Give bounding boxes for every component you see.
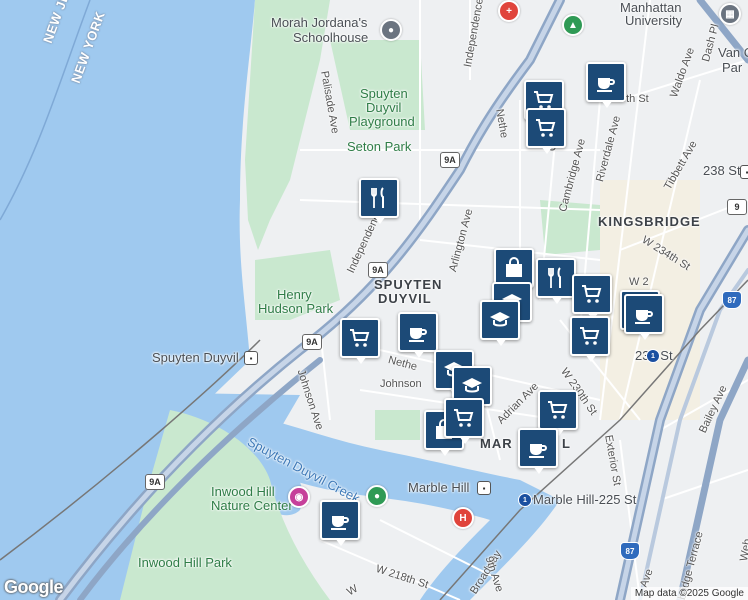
shopping-cart-icon	[452, 406, 476, 430]
label-inwood-nature: Inwood Hill	[211, 484, 275, 499]
label-duyvil-hood: DUYVIL	[378, 291, 432, 306]
interstate-87-shield: 87	[620, 542, 640, 560]
map-pin-school[interactable]	[480, 300, 520, 346]
route-9a-shield: 9A	[440, 152, 460, 168]
label-park-fragment: Par	[722, 60, 743, 75]
label-inwood-hill-park: Inwood Hill Park	[138, 555, 232, 570]
street-w2-fragment: W 2	[629, 276, 649, 288]
shopping-cart-icon	[580, 282, 604, 306]
cafe-icon	[406, 320, 430, 344]
label-spuyten-duyvil-station: Spuyten Duyvil	[152, 350, 239, 365]
train-station-icon[interactable]: ▪	[740, 165, 748, 179]
label-spuyten-playground-1: Spuyten	[360, 86, 408, 101]
poi-university-icon[interactable]: ▦	[719, 3, 741, 25]
train-station-icon[interactable]: ▪	[244, 351, 258, 365]
label-kingsbridge: KINGSBRIDGE	[598, 214, 701, 229]
label-henry: Henry	[277, 287, 312, 302]
map-attribution[interactable]: Map data ©2025 Google	[630, 587, 748, 600]
map-pin-shopping-cart[interactable]	[444, 398, 484, 444]
route-9a-shield: 9A	[302, 334, 322, 350]
poi-park-icon[interactable]: ●	[366, 485, 388, 507]
school-icon	[460, 374, 484, 398]
route-9a-shield: 9A	[145, 474, 165, 490]
label-marble-hill-station: Marble Hill	[408, 480, 470, 495]
label-spuyten-playground-3: Playground	[349, 114, 415, 129]
restaurant-icon	[544, 266, 568, 290]
label-seton-park: Seton Park	[347, 139, 412, 154]
poi-hospital-icon[interactable]: H	[452, 507, 474, 529]
map-pin-restaurant[interactable]	[536, 258, 576, 304]
map-pin-restaurant[interactable]	[359, 178, 399, 224]
shopping-cart-icon	[546, 398, 570, 422]
train-station-icon[interactable]: ▪	[477, 481, 491, 495]
map-pin-cafe[interactable]	[518, 428, 558, 474]
map-canvas[interactable]: Morah Jordana's Schoolhouse Manhattan Un…	[0, 0, 748, 600]
shopping-cart-icon	[578, 324, 602, 348]
shopping-bag-icon	[502, 256, 526, 280]
map-pin-shopping-cart[interactable]	[570, 316, 610, 362]
map-pin-shopping-cart[interactable]	[538, 390, 578, 436]
interstate-87-shield: 87	[722, 291, 742, 309]
street-johnson-east: Johnson	[380, 378, 422, 390]
label-schoolhouse: Schoolhouse	[293, 30, 369, 45]
subway-icon[interactable]: 1	[518, 493, 532, 507]
shopping-cart-icon	[348, 326, 372, 350]
shopping-cart-icon	[534, 116, 558, 140]
map-pin-cafe[interactable]	[398, 312, 438, 358]
map-pin-cafe[interactable]	[586, 62, 626, 108]
label-hudson-park: Hudson Park	[258, 301, 334, 316]
label-van-cortlandt: Van C	[718, 45, 748, 60]
poi-park-icon[interactable]: ▲	[562, 14, 584, 36]
school-icon	[488, 308, 512, 332]
map-pin-shopping-cart[interactable]	[526, 108, 566, 154]
label-morah-jordanas: Morah Jordana's	[271, 15, 368, 30]
label-238-st: 238 St	[703, 163, 741, 178]
label-university: University	[625, 13, 683, 28]
label-marble-hill-hood-2: L	[562, 436, 571, 451]
label-marble-hill-225: Marble Hill-225 St	[533, 492, 637, 507]
label-nature-center: Nature Center	[211, 498, 293, 513]
poi-hospital-icon[interactable]: +	[498, 0, 520, 22]
poi-landmark-icon[interactable]: ●	[380, 19, 402, 41]
poi-nature-center-icon[interactable]: ◉	[288, 486, 310, 508]
cafe-icon	[328, 508, 352, 532]
cafe-icon	[632, 302, 656, 326]
route-9-shield: 9	[727, 199, 747, 215]
label-spuyten-hood: SPUYTEN	[374, 277, 443, 292]
label-spuyten-playground-2: Duyvil	[366, 100, 402, 115]
cafe-icon	[594, 70, 618, 94]
label-marble-hill-hood: MAR	[480, 436, 513, 451]
restaurant-icon	[367, 186, 391, 210]
google-logo: Google	[4, 577, 64, 597]
map-pin-shopping-cart[interactable]	[572, 274, 612, 320]
cafe-icon	[526, 436, 550, 460]
map-pin-shopping-cart[interactable]	[340, 318, 380, 364]
map-pin-cafe[interactable]	[320, 500, 360, 546]
route-9a-shield: 9A	[368, 262, 388, 278]
map-pin-cafe[interactable]	[624, 294, 664, 340]
subway-icon[interactable]: 1	[646, 349, 660, 363]
